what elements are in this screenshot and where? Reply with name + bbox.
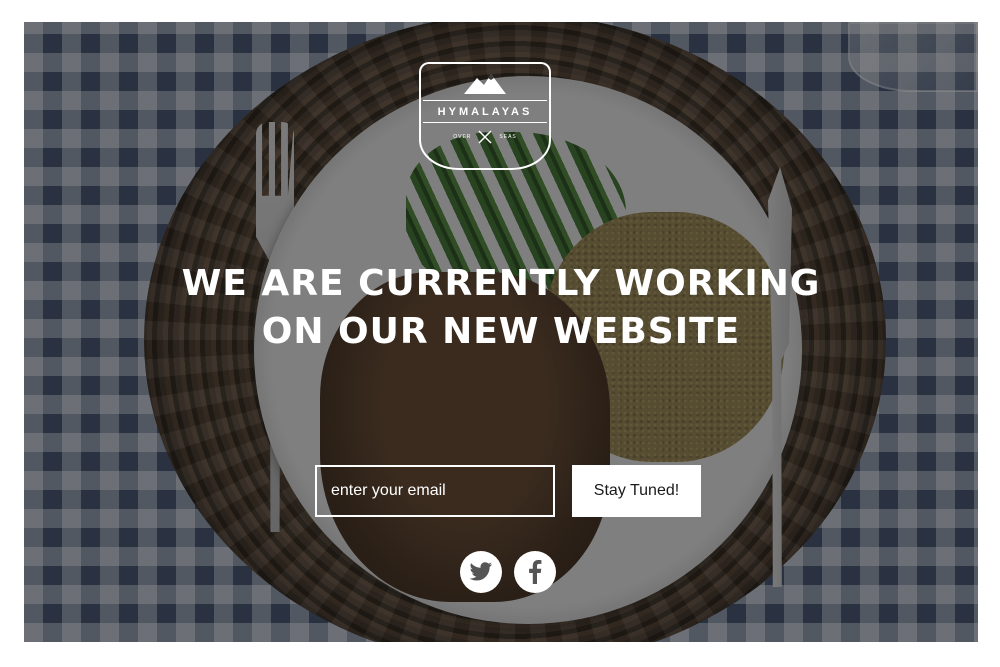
logo-subtitle: OVER SEAS [453, 129, 517, 145]
crossed-tools-icon [478, 130, 492, 144]
facebook-button[interactable] [514, 551, 556, 593]
facebook-icon [529, 560, 542, 584]
headline-line-1: WE ARE CURRENTLY WORKING [181, 263, 821, 304]
twitter-button[interactable] [460, 551, 502, 593]
logo-left-text: OVER [453, 134, 472, 140]
stay-tuned-button[interactable]: Stay Tuned! [572, 465, 701, 517]
headline-line-2: ON OUR NEW WEBSITE [261, 311, 741, 352]
logo-badge: HYMALAYAS OVER SEAS [419, 62, 551, 170]
mountain-icon [464, 74, 506, 94]
twitter-icon [469, 562, 492, 581]
logo-brand-text: HYMALAYAS [423, 100, 547, 123]
logo-right-text: SEAS [499, 134, 517, 140]
email-input[interactable]: enter your email [315, 465, 555, 517]
